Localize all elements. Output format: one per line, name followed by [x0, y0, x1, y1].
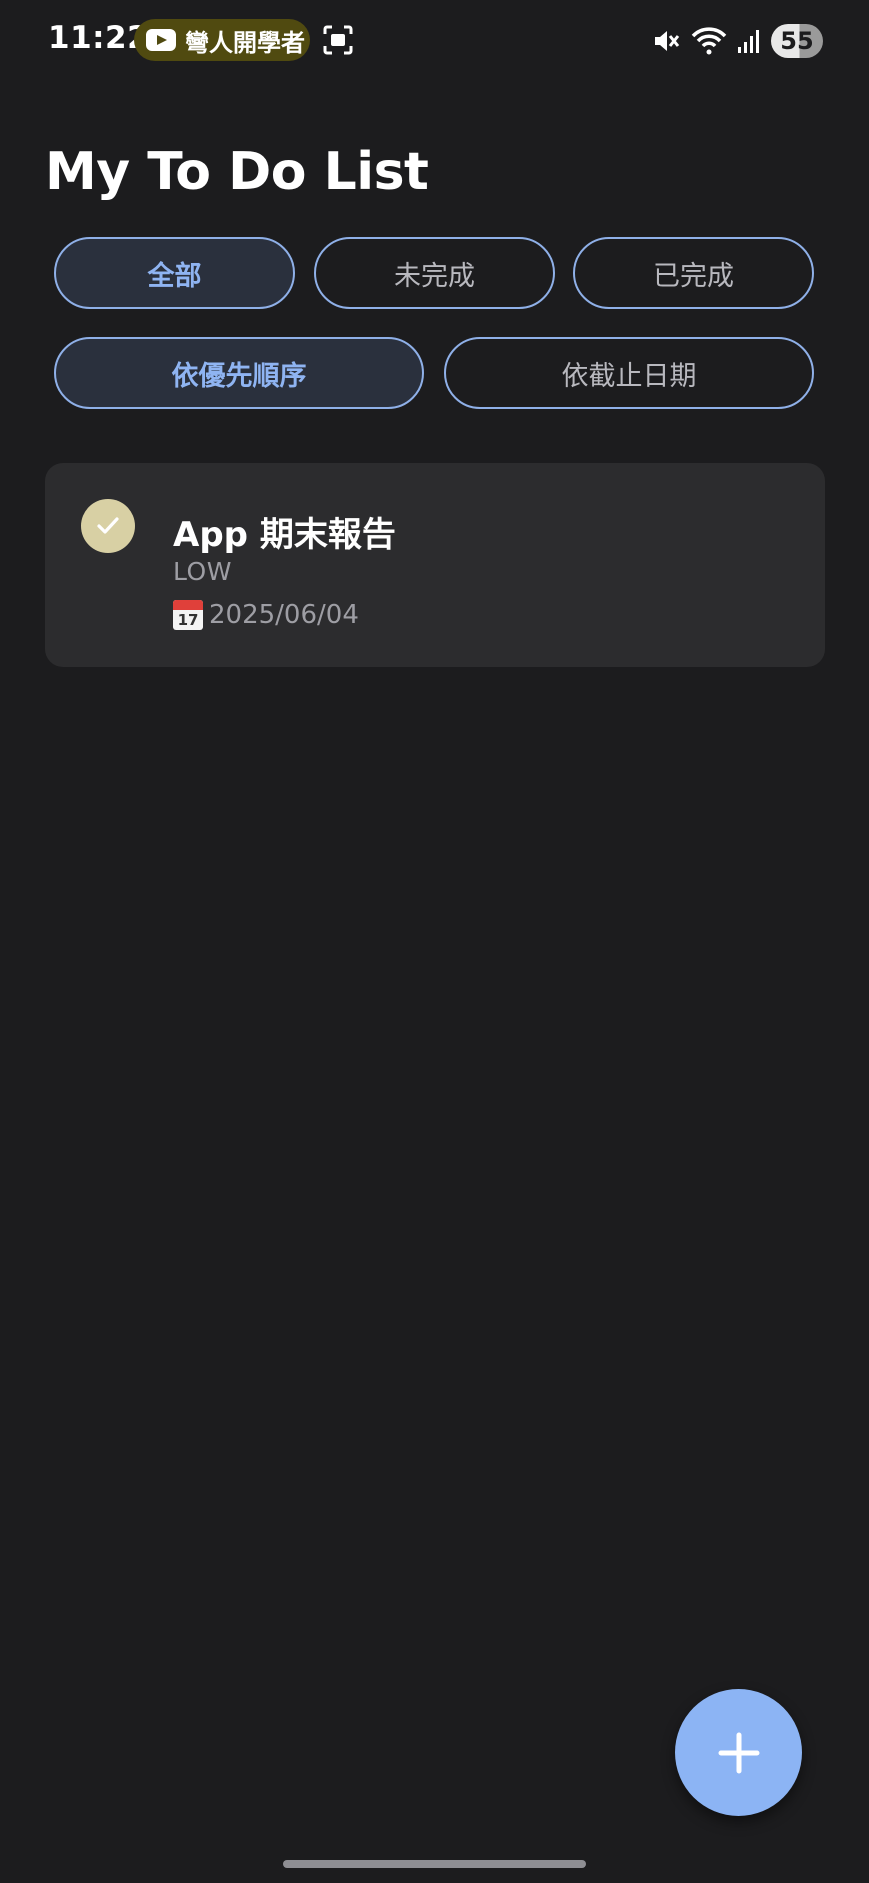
signal-icon — [738, 30, 759, 53]
mute-icon — [655, 31, 680, 51]
status-bar: 11:22 彎人開學者 55 — [0, 0, 869, 80]
check-icon — [97, 517, 119, 534]
filter-incomplete-chip[interactable]: 未完成 — [314, 237, 555, 309]
status-icons: 55 — [651, 22, 823, 60]
screenshot-icon — [323, 25, 353, 55]
notification-text: 彎人開學者 — [185, 28, 305, 57]
calendar-icon-day: 17 — [177, 611, 199, 629]
battery-indicator: 55 — [771, 24, 823, 58]
home-indicator[interactable] — [283, 1860, 586, 1868]
plus-icon — [718, 1732, 759, 1773]
task-due-date: 17 2025/06/04 — [173, 600, 359, 630]
task-priority: LOW — [173, 557, 232, 586]
filter-all-chip[interactable]: 全部 — [54, 237, 295, 309]
sort-due-date-chip[interactable]: 依截止日期 — [444, 337, 814, 409]
page-title: My To Do List — [45, 142, 429, 202]
filter-completed-chip[interactable]: 已完成 — [573, 237, 814, 309]
youtube-icon — [146, 29, 176, 51]
wifi-icon — [691, 27, 727, 55]
app-screen: 11:22 彎人開學者 55 My To Do List 全部 未完成 已完成 … — [0, 0, 869, 1883]
media-notification-pill[interactable]: 彎人開學者 — [134, 19, 310, 61]
sort-priority-chip[interactable]: 依優先順序 — [54, 337, 424, 409]
task-title: App 期末報告 — [173, 515, 396, 555]
add-task-button[interactable] — [675, 1689, 802, 1816]
calendar-icon: 17 — [173, 600, 203, 630]
task-card[interactable]: App 期末報告 LOW 17 2025/06/04 — [45, 463, 825, 667]
completed-checkbox[interactable] — [81, 499, 135, 553]
task-date-text: 2025/06/04 — [209, 600, 359, 630]
